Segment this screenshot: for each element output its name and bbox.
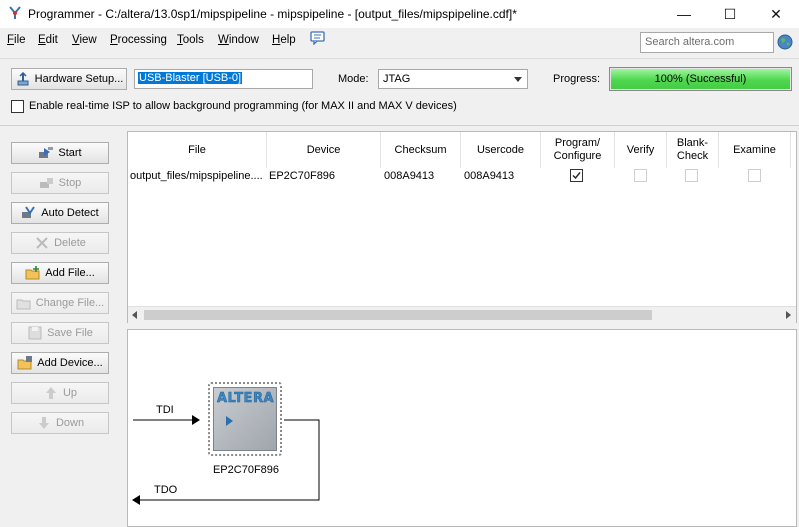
file-table: File Device Checksum Usercode Program/ C… (127, 131, 797, 323)
hardware-setup-button[interactable]: Hardware Setup... (11, 68, 127, 90)
device-name-label: EP2C70F896 (212, 464, 280, 476)
menu-help[interactable]: Help (272, 34, 296, 46)
add-file-button[interactable]: Add File... (11, 262, 109, 284)
start-button[interactable]: Start (11, 142, 109, 164)
minimize-button[interactable]: — (661, 0, 707, 28)
play-icon (226, 416, 233, 426)
checkmark-icon (572, 172, 581, 180)
start-icon (39, 147, 54, 158)
progress-text: 100% (Successful) (654, 73, 747, 85)
menu-edit[interactable]: Edit (38, 34, 58, 46)
examine-checkbox[interactable] (748, 169, 761, 182)
panel-separator (0, 125, 799, 126)
progress-bar: 100% (Successful) (609, 67, 792, 91)
close-button[interactable]: ✕ (753, 0, 799, 28)
change-file-button[interactable]: Change File... (11, 292, 109, 314)
add-file-icon (25, 266, 40, 280)
menu-processing[interactable]: Processing (110, 34, 167, 46)
program-configure-checkbox[interactable] (570, 169, 583, 182)
row-file: output_files/mipspipeline.... (130, 170, 263, 182)
isp-checkbox[interactable] (11, 100, 24, 113)
delete-icon (36, 237, 48, 249)
verify-checkbox[interactable] (634, 169, 647, 182)
tdo-arrow-icon (132, 495, 140, 505)
menu-file[interactable]: File (7, 34, 26, 46)
progress-label: Progress: (553, 73, 601, 85)
up-button[interactable]: Up (11, 382, 109, 404)
tdo-label: TDO (154, 484, 178, 496)
hardware-setup-icon (17, 72, 29, 86)
tdi-label: TDI (156, 404, 174, 416)
isp-label: Enable real-time ISP to allow background… (29, 100, 457, 112)
device-chip[interactable]: ALTERA (208, 382, 282, 456)
auto-detect-icon (22, 206, 36, 218)
title-bar: Programmer - C:/altera/13.0sp1/mipspipel… (0, 0, 799, 28)
column-header-device[interactable]: Device (267, 132, 381, 168)
column-header-checksum[interactable]: Checksum (381, 132, 461, 168)
down-button[interactable]: Down (11, 412, 109, 434)
search-input[interactable]: Search altera.com (640, 32, 774, 53)
altera-logo: ALTERA (217, 391, 275, 407)
stop-button[interactable]: Stop (11, 172, 109, 194)
change-file-icon (16, 299, 31, 310)
column-header-file[interactable]: File (128, 132, 267, 168)
column-header-examine[interactable]: Examine (719, 132, 791, 168)
programmer-app-icon (9, 6, 21, 19)
auto-detect-button[interactable]: Auto Detect (11, 202, 109, 224)
blank-check-checkbox[interactable] (685, 169, 698, 182)
table-row[interactable]: output_files/mipspipeline.... EP2C70F896… (128, 166, 796, 188)
horizontal-scrollbar[interactable] (128, 306, 796, 323)
scroll-right-icon[interactable] (786, 311, 791, 319)
menu-window[interactable]: Window (218, 34, 259, 46)
globe-icon[interactable] (777, 34, 793, 50)
window-title: Programmer - C:/altera/13.0sp1/mipspipel… (28, 7, 517, 21)
add-device-button[interactable]: Add Device... (11, 352, 109, 374)
feedback-icon[interactable] (310, 31, 326, 45)
toolbar-separator (0, 58, 799, 59)
row-checksum: 008A9413 (384, 170, 435, 182)
menu-tools[interactable]: Tools (177, 34, 204, 46)
row-usercode: 008A9413 (464, 170, 515, 182)
maximize-button[interactable]: ☐ (707, 0, 753, 28)
mode-label: Mode: (338, 73, 369, 85)
save-file-button[interactable]: Save File (11, 322, 109, 344)
stop-icon (39, 178, 53, 188)
scroll-left-icon[interactable] (132, 311, 137, 319)
chevron-down-icon (514, 77, 522, 82)
column-header-program-configure[interactable]: Program/ Configure (541, 132, 615, 168)
row-device: EP2C70F896 (269, 170, 336, 182)
down-arrow-icon (38, 417, 49, 429)
hardware-field[interactable]: USB-Blaster [USB-0] (134, 69, 313, 89)
mode-dropdown[interactable]: JTAG (378, 69, 528, 89)
add-device-icon (17, 356, 33, 370)
delete-button[interactable]: Delete (11, 232, 109, 254)
tdi-arrow-icon (192, 415, 200, 425)
column-header-usercode[interactable]: Usercode (461, 132, 541, 168)
column-header-blank-check[interactable]: Blank- Check (667, 132, 719, 168)
jtag-chain-panel: TDI TDO ALTERA EP2C70F896 (127, 329, 797, 527)
column-header-verify[interactable]: Verify (615, 132, 667, 168)
save-file-icon (28, 326, 42, 340)
menu-view[interactable]: View (72, 34, 97, 46)
up-arrow-icon (45, 387, 56, 399)
scrollbar-thumb[interactable] (144, 310, 652, 320)
